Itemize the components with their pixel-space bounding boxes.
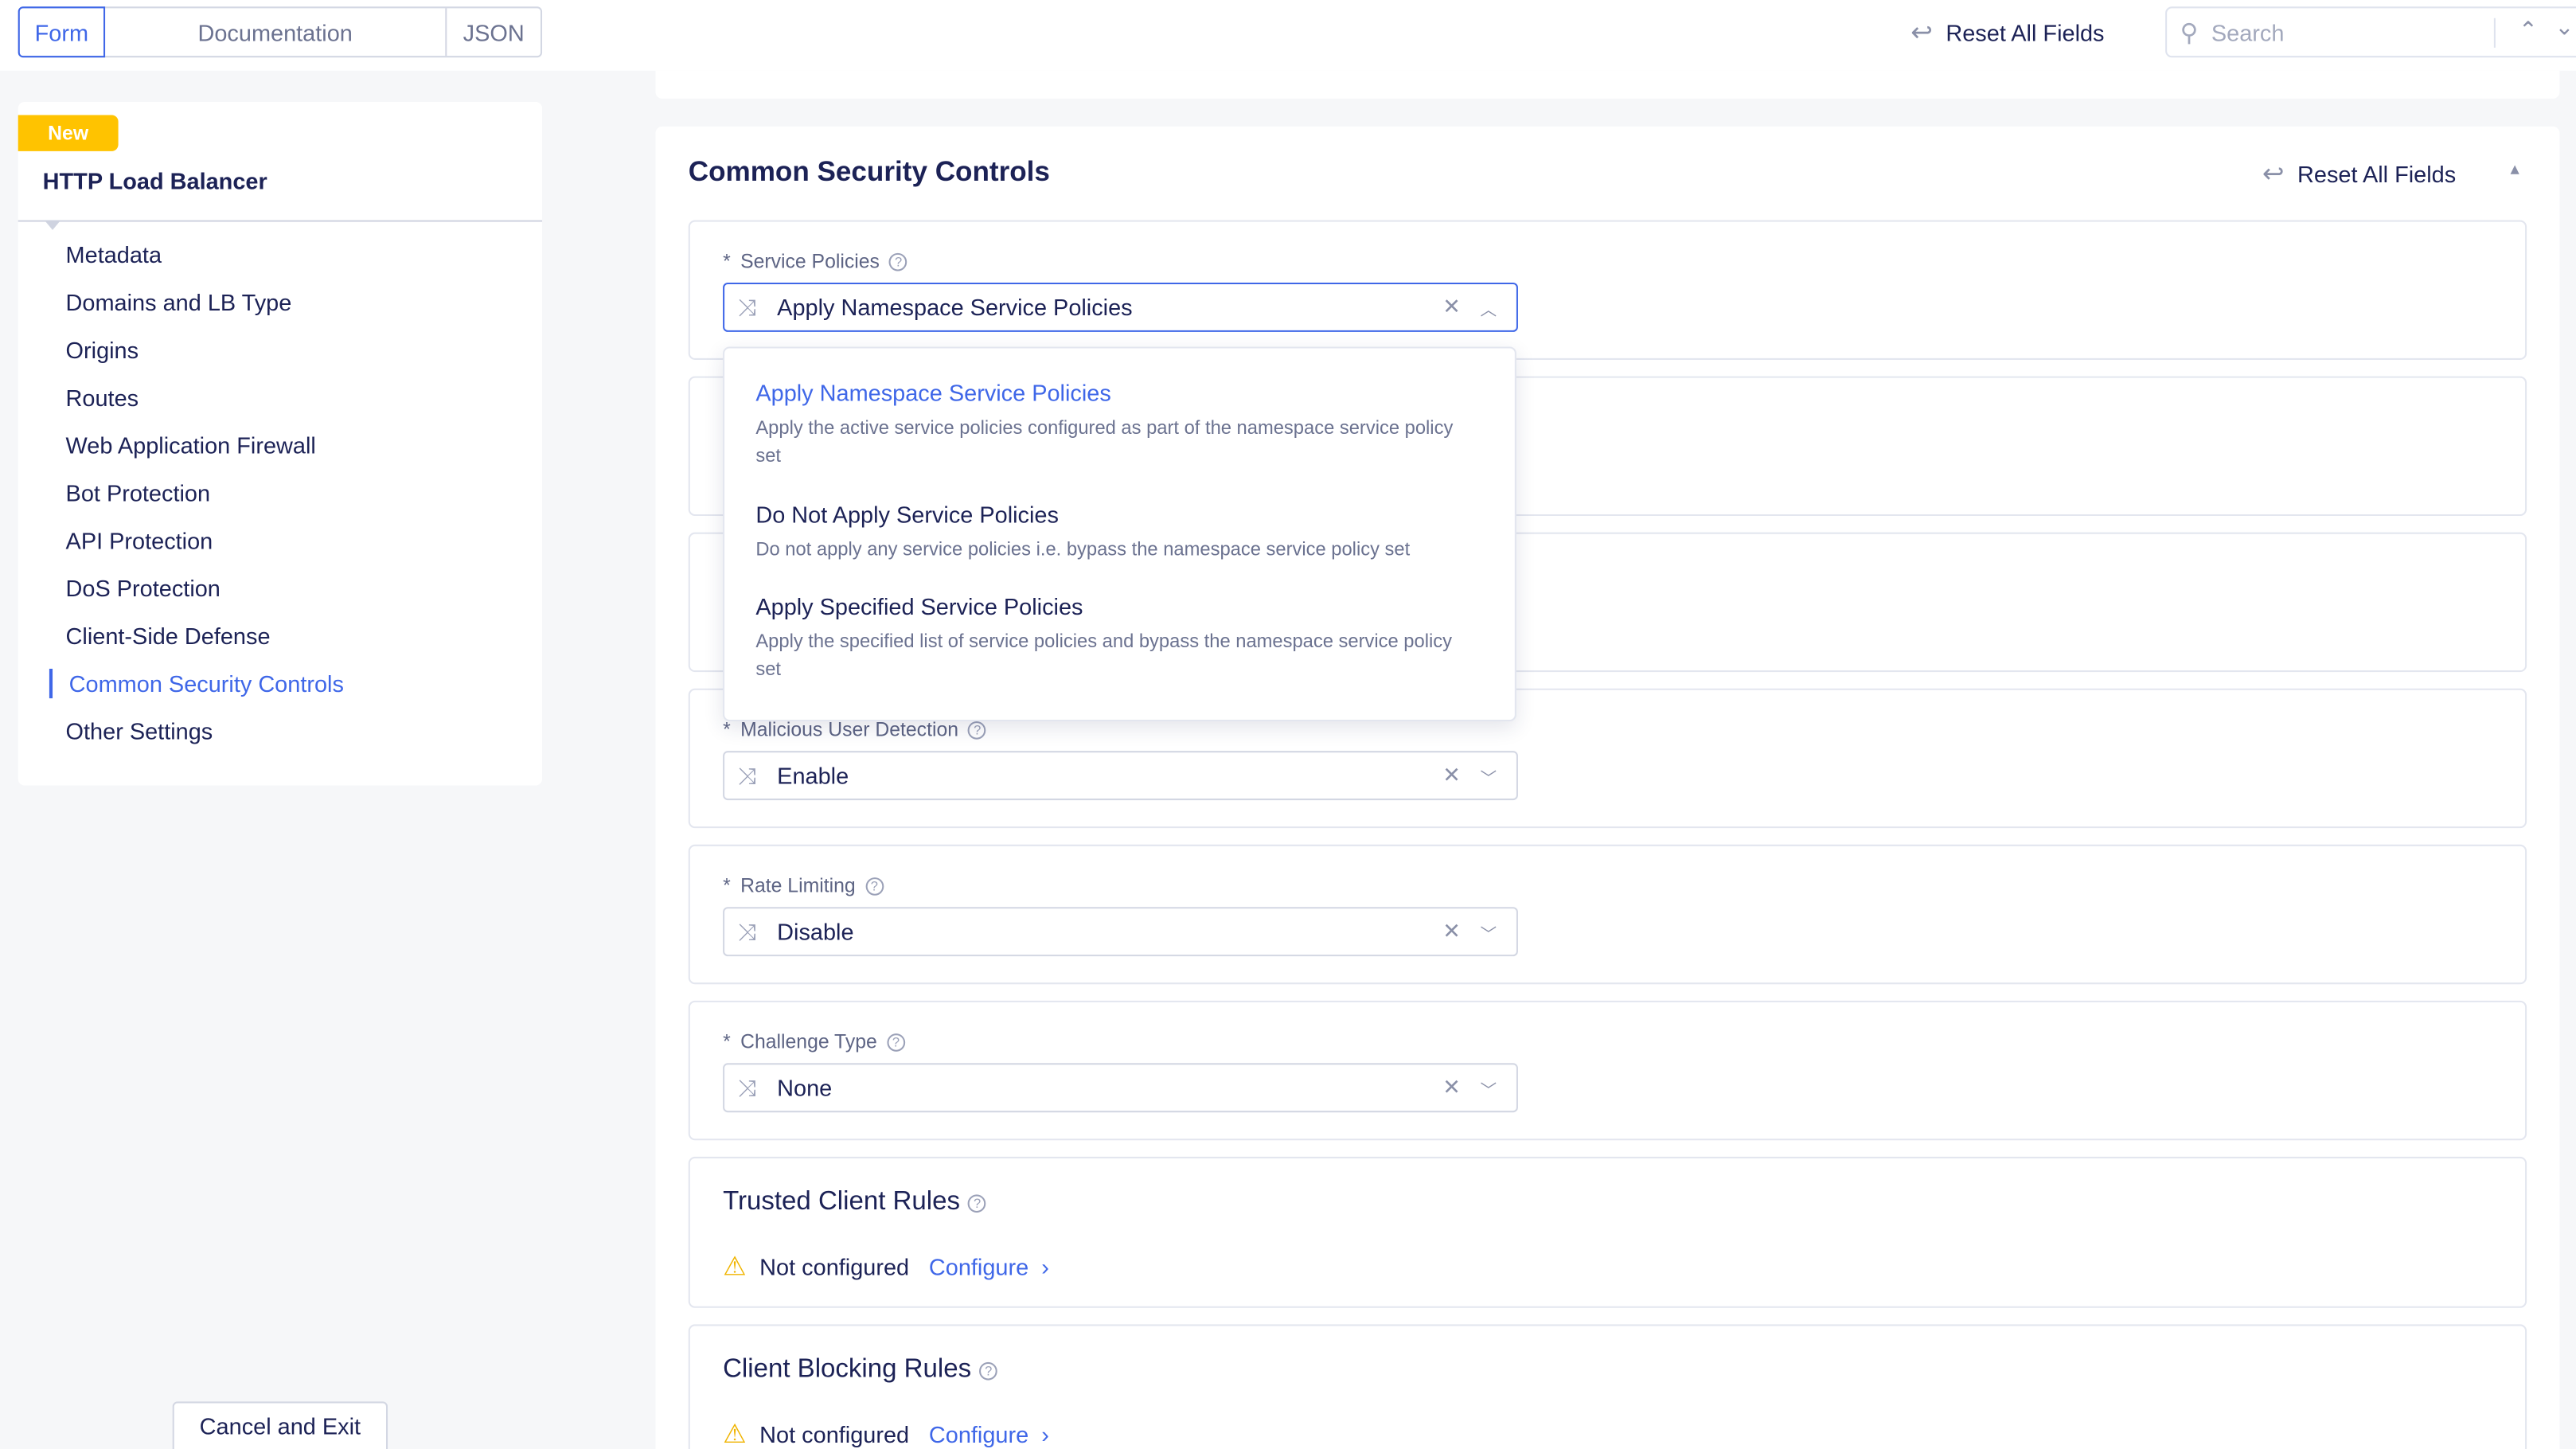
reset-icon: ↩ <box>1911 19 1933 48</box>
help-icon[interactable]: ? <box>889 252 907 271</box>
dropdown-option[interactable]: Apply Namespace Service Policies Apply t… <box>755 380 1478 472</box>
service-policies-section: * Service Policies? ⤨ Apply Namespace Se… <box>688 220 2527 360</box>
select-value: Disable <box>777 918 854 945</box>
warning-icon: ⚠ <box>723 1253 747 1282</box>
status-text: Not configured <box>759 1253 910 1280</box>
chevron-down-icon[interactable]: ﹀ <box>1480 920 1497 944</box>
field-label: * Malicious User Detection? <box>723 718 987 741</box>
dropdown-option[interactable]: Do Not Apply Service Policies Do not app… <box>755 501 1478 564</box>
option-description: Apply the specified list of service poli… <box>755 632 1453 681</box>
new-badge: New <box>18 115 119 151</box>
option-title: Do Not Apply Service Policies <box>755 501 1059 528</box>
status-row: ⚠ Not configured Configure › <box>723 1418 1049 1449</box>
tab-form[interactable]: Form <box>18 6 106 58</box>
challenge-type-select[interactable]: ⤨ None ✕ ﹀ <box>723 1063 1518 1113</box>
status-text: Not configured <box>759 1421 910 1448</box>
chevron-down-icon[interactable]: ﹀ <box>1480 764 1497 788</box>
previous-section-card <box>655 70 2560 99</box>
malicious-user-detection-select[interactable]: ⤨ Enable ✕ ﹀ <box>723 751 1518 801</box>
sidebar-item-metadata[interactable]: Metadata <box>66 241 162 268</box>
reset-label: Reset All Fields <box>1946 19 2105 46</box>
chevron-up-icon[interactable]: ︿ <box>1480 295 1497 320</box>
configure-link[interactable]: Configure › <box>929 1421 1049 1447</box>
sidebar-item-api-protection[interactable]: API Protection <box>66 527 213 553</box>
rate-limiting-section: * Rate Limiting? ⤨ Disable ✕ ﹀ <box>688 844 2527 985</box>
sidebar-item-waf[interactable]: Web Application Firewall <box>66 432 316 459</box>
help-icon[interactable]: ? <box>865 877 884 895</box>
cancel-and-exit-button[interactable]: Cancel and Exit <box>172 1401 388 1449</box>
configure-link[interactable]: Configure › <box>929 1254 1049 1280</box>
sidebar-item-routes[interactable]: Routes <box>66 385 139 411</box>
sidebar-title: HTTP Load Balancer <box>42 167 267 194</box>
reset-label: Reset All Fields <box>2297 161 2457 188</box>
reset-all-fields-button[interactable]: ↩ Reset All Fields <box>1911 17 2104 49</box>
search-icon: ⚲ <box>2180 18 2199 47</box>
clear-icon[interactable]: ✕ <box>1442 919 1461 945</box>
option-description: Do not apply any service policies i.e. b… <box>755 540 1411 560</box>
field-label: * Service Policies? <box>723 250 907 273</box>
sidebar-item-client-side-defense[interactable]: Client-Side Defense <box>66 623 271 649</box>
choice-icon: ⤨ <box>737 761 756 788</box>
trusted-client-rules-section: Trusted Client Rules? ⚠ Not configured C… <box>688 1156 2527 1308</box>
chevron-down-icon[interactable]: ﹀ <box>1480 1076 1497 1100</box>
reset-icon: ↩ <box>2262 161 2285 189</box>
collapse-icon[interactable]: ▴ <box>2510 158 2519 179</box>
status-row: ⚠ Not configured Configure › <box>723 1251 1049 1283</box>
help-icon[interactable]: ? <box>968 1193 987 1213</box>
subsection-title: Client Blocking Rules? <box>723 1356 998 1385</box>
client-blocking-rules-section: Client Blocking Rules? ⚠ Not configured … <box>688 1324 2527 1449</box>
select-value: None <box>777 1074 833 1101</box>
service-policies-select[interactable]: ⤨ Apply Namespace Service Policies ✕ ︿ <box>723 282 1518 332</box>
choice-icon: ⤨ <box>737 917 756 944</box>
help-icon[interactable]: ? <box>968 720 987 739</box>
rate-limiting-select[interactable]: ⤨ Disable ✕ ﹀ <box>723 907 1518 957</box>
select-value: Apply Namespace Service Policies <box>777 294 1133 321</box>
sidebar-item-origins[interactable]: Origins <box>66 337 139 363</box>
search-next-icon[interactable]: ⌄ <box>2555 14 2574 41</box>
sidebar-item-common-security-controls[interactable]: Common Security Controls <box>69 670 344 697</box>
view-tabs: Form Documentation JSON <box>18 6 543 58</box>
select-value: Enable <box>777 762 849 789</box>
field-label: * Challenge Type? <box>723 1030 905 1053</box>
choice-icon: ⤨ <box>737 1073 756 1100</box>
choice-icon: ⤨ <box>737 293 756 320</box>
service-policies-dropdown: Apply Namespace Service Policies Apply t… <box>723 346 1516 722</box>
section-reset-button[interactable]: ↩ Reset All Fields <box>2262 158 2456 190</box>
help-icon[interactable]: ? <box>979 1361 998 1380</box>
subsection-title: Trusted Client Rules? <box>723 1188 987 1217</box>
sidebar-divider <box>18 220 543 222</box>
active-indicator <box>49 668 53 699</box>
divider-notch <box>44 220 61 230</box>
option-title: Apply Namespace Service Policies <box>755 379 1111 406</box>
search-divider <box>2493 18 2496 48</box>
help-icon[interactable]: ? <box>887 1033 905 1051</box>
option-title: Apply Specified Service Policies <box>755 593 1083 620</box>
search-input[interactable]: ⚲ Search ⌃ ⌄ <box>2165 6 2576 58</box>
challenge-type-section: * Challenge Type? ⤨ None ✕ ﹀ <box>688 1000 2527 1141</box>
tab-json[interactable]: JSON <box>447 8 541 56</box>
search-placeholder: Search <box>2211 18 2285 45</box>
clear-icon[interactable]: ✕ <box>1442 763 1461 789</box>
sidebar-item-other-settings[interactable]: Other Settings <box>66 718 213 744</box>
tab-documentation[interactable]: Documentation <box>105 8 447 57</box>
sidebar-item-dos-protection[interactable]: DoS Protection <box>66 575 221 601</box>
clear-icon[interactable]: ✕ <box>1442 1075 1461 1101</box>
dropdown-option[interactable]: Apply Specified Service Policies Apply t… <box>755 593 1478 685</box>
sidebar-item-bot-protection[interactable]: Bot Protection <box>66 480 210 506</box>
section-title: Common Security Controls <box>688 156 1050 188</box>
field-label: * Rate Limiting? <box>723 874 884 897</box>
clear-icon[interactable]: ✕ <box>1442 294 1461 320</box>
sidebar-item-domains[interactable]: Domains and LB Type <box>66 289 292 315</box>
option-description: Apply the active service policies config… <box>755 419 1454 467</box>
warning-icon: ⚠ <box>723 1421 747 1449</box>
search-prev-icon[interactable]: ⌃ <box>2519 17 2538 45</box>
